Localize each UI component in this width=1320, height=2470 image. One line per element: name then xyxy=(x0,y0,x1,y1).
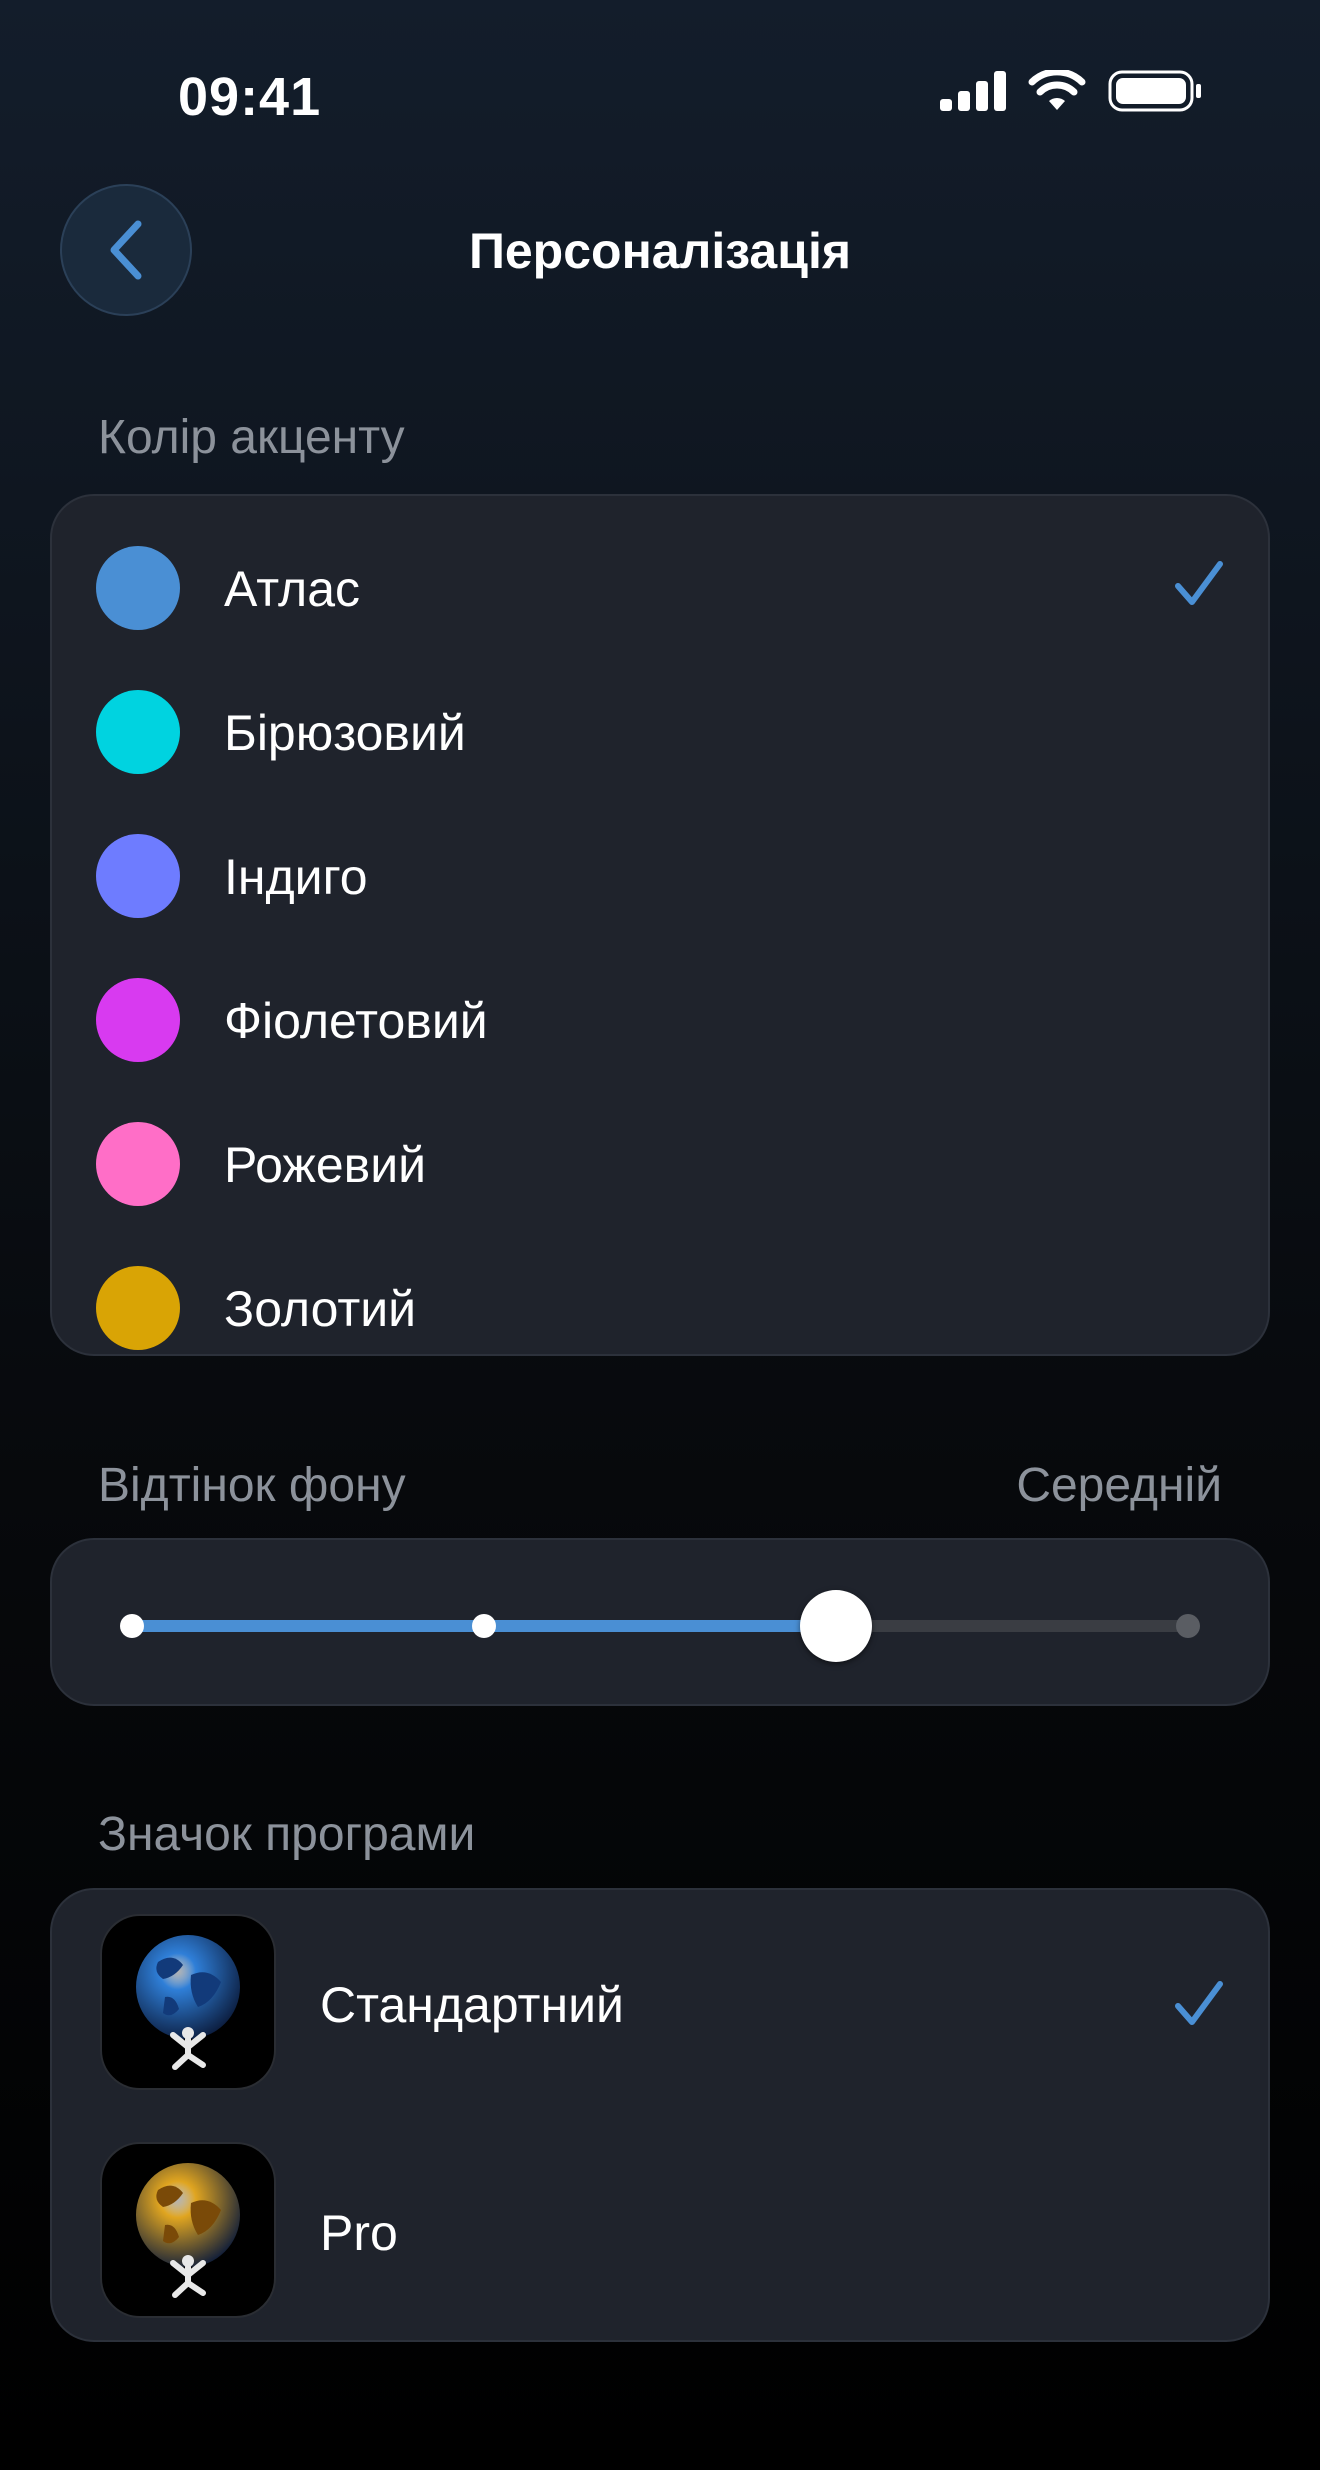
accent-option-label: Атлас xyxy=(224,561,361,617)
accent-option[interactable]: Рожевий xyxy=(52,1092,1268,1236)
slider-step-dot[interactable] xyxy=(1176,1614,1200,1638)
checkmark-icon xyxy=(1175,1981,1223,2025)
checkmark-icon xyxy=(1175,561,1223,605)
slider-step-dot[interactable] xyxy=(472,1614,496,1638)
accent-option-label: Рожевий xyxy=(224,1137,427,1193)
atlas-gold-globe-icon xyxy=(100,2142,276,2318)
app-icon-option-label: Стандартний xyxy=(320,1977,624,2033)
accent-option[interactable]: Індиго xyxy=(52,804,1268,948)
app-icon-option[interactable]: Стандартний xyxy=(52,1890,1268,2118)
color-swatch xyxy=(96,978,180,1062)
color-swatch xyxy=(96,1266,180,1350)
wifi-icon xyxy=(1028,70,1086,110)
accent-option[interactable]: Золотий xyxy=(52,1236,1268,1380)
app-icon-section-label: Значок програми xyxy=(98,1808,476,1861)
app-icon-list: Стандартний Pro xyxy=(50,1888,1270,2342)
app-icon-option-label: Pro xyxy=(320,2205,398,2261)
color-swatch xyxy=(96,690,180,774)
status-icons xyxy=(940,70,1202,112)
status-time: 09:41 xyxy=(178,67,322,127)
page-title: Персоналізація xyxy=(468,223,852,279)
battery-icon xyxy=(1108,70,1201,112)
accent-color-list: Атлас Бірюзовий Індиго Фіолетовий Рожевий Зол… xyxy=(50,494,1270,1356)
selected-check xyxy=(1174,558,1224,613)
color-swatch xyxy=(96,1122,180,1206)
slider-thumb[interactable] xyxy=(800,1590,872,1662)
accent-option-label: Золотий xyxy=(224,1281,417,1337)
accent-option[interactable]: Атлас xyxy=(52,516,1268,660)
app-icon-option[interactable]: Pro xyxy=(52,2118,1268,2342)
background-tint-label: Відтінок фону xyxy=(98,1459,406,1512)
selected-check xyxy=(1174,1978,1224,2033)
accent-option[interactable]: Фіолетовий xyxy=(52,948,1268,1092)
accent-option[interactable]: Бірюзовий xyxy=(52,660,1268,804)
accent-option-label: Фіолетовий xyxy=(224,993,488,1049)
accent-option-label: Бірюзовий xyxy=(224,705,466,761)
signal-icon xyxy=(940,71,1006,111)
accent-option-label: Індиго xyxy=(224,849,368,905)
accent-section-label: Колір акценту xyxy=(98,411,405,464)
background-tint-slider[interactable] xyxy=(50,1538,1270,1706)
background-tint-value: Середній xyxy=(1016,1459,1222,1512)
slider-step-dot[interactable] xyxy=(120,1614,144,1638)
color-swatch xyxy=(96,546,180,630)
color-swatch xyxy=(96,834,180,918)
atlas-blue-globe-icon xyxy=(100,1914,276,2090)
